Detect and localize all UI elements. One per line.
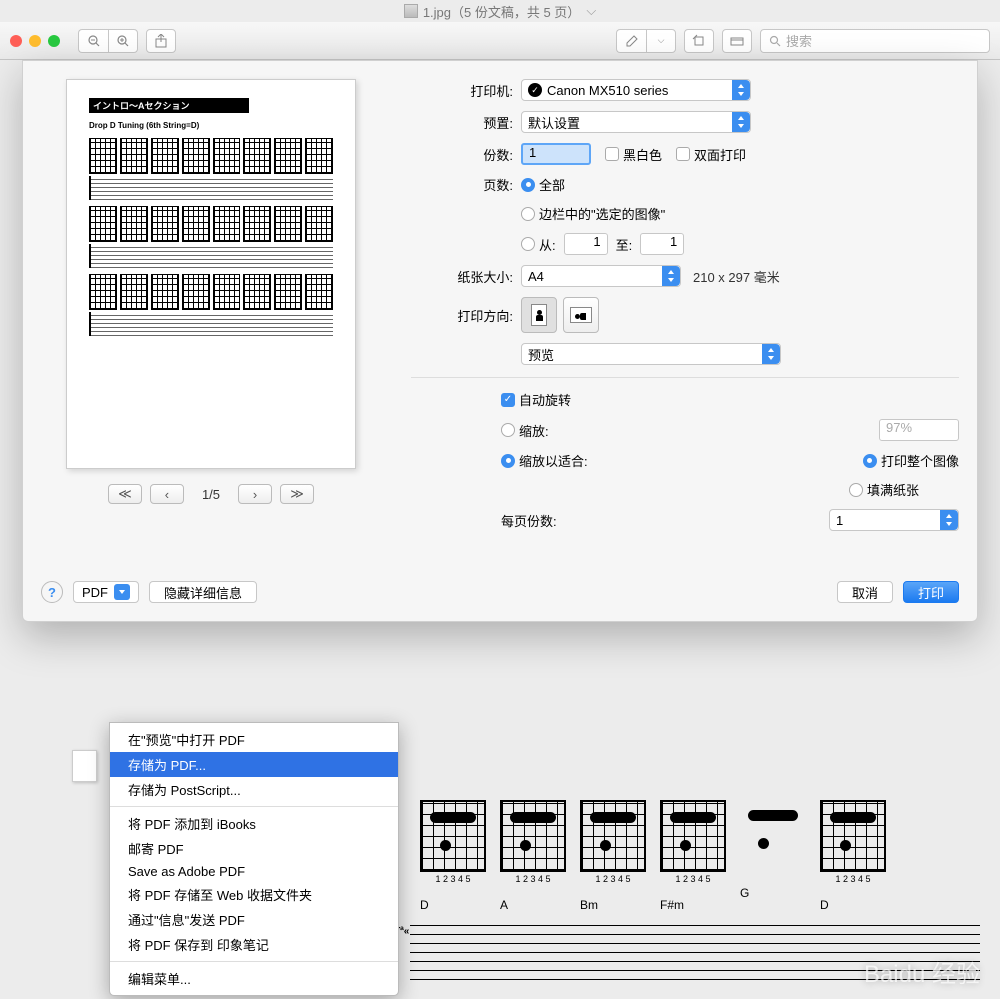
page-indicator: 1/5: [202, 487, 220, 502]
scale-input[interactable]: 97%: [879, 419, 959, 441]
perpage-select[interactable]: 1: [829, 509, 959, 531]
orientation-label: 打印方向:: [411, 306, 521, 325]
section-select[interactable]: 预览: [521, 343, 781, 365]
zoom-window-button[interactable]: [48, 35, 60, 47]
window-titlebar: 1.jpg（5 份文稿，共 5 页） ⌵: [0, 0, 1000, 22]
preset-select[interactable]: 默认设置: [521, 111, 751, 133]
orientation-landscape-button[interactable]: [563, 297, 599, 333]
orientation-portrait-button[interactable]: [521, 297, 557, 333]
perpage-label: 每页份数:: [501, 511, 557, 530]
minimize-window-button[interactable]: [29, 35, 41, 47]
fit-whole-radio[interactable]: [863, 454, 877, 468]
close-window-button[interactable]: [10, 35, 22, 47]
pages-selected-radio[interactable]: [521, 207, 535, 221]
prev-page-button[interactable]: ‹: [150, 484, 184, 504]
zoom-out-button[interactable]: [78, 29, 108, 53]
pages-to-input[interactable]: 1: [640, 233, 684, 255]
help-button[interactable]: ?: [41, 581, 63, 603]
document-icon: [404, 4, 418, 18]
pdf-menu-send-messages[interactable]: 通过"信息"发送 PDF: [110, 907, 398, 932]
pages-label: 页数:: [411, 175, 521, 194]
pdf-dropdown-menu: 在"预览"中打开 PDF 存储为 PDF... 存储为 PostScript..…: [109, 722, 399, 996]
watermark: Baidu 经验: [864, 954, 980, 989]
share-button[interactable]: [146, 29, 176, 53]
pages-range-radio[interactable]: [521, 237, 535, 251]
search-placeholder: 搜索: [786, 31, 812, 50]
copies-input[interactable]: 1: [521, 143, 591, 165]
pdf-dropdown-button[interactable]: PDF: [73, 581, 139, 603]
rotate-button[interactable]: [684, 29, 714, 53]
bw-checkbox[interactable]: [605, 147, 619, 161]
markup-button[interactable]: [722, 29, 752, 53]
fit-fill-radio[interactable]: [849, 483, 863, 497]
pdf-menu-open-preview[interactable]: 在"预览"中打开 PDF: [110, 727, 398, 752]
pdf-menu-save-adobe[interactable]: Save as Adobe PDF: [110, 861, 398, 882]
paper-select[interactable]: A4: [521, 265, 681, 287]
fit-radio[interactable]: [501, 454, 515, 468]
search-icon: [769, 35, 781, 47]
window-title: 1.jpg（5 份文稿，共 5 页）: [423, 2, 581, 21]
annotate-button[interactable]: [616, 29, 646, 53]
chevron-down-icon[interactable]: ⌵: [586, 3, 596, 19]
printer-select[interactable]: ✓ Canon MX510 series: [521, 79, 751, 101]
cancel-button[interactable]: 取消: [837, 581, 893, 603]
last-page-button[interactable]: ≫: [280, 484, 314, 504]
pdf-menu-add-ibooks[interactable]: 将 PDF 添加到 iBooks: [110, 811, 398, 836]
pdf-menu-evernote[interactable]: 将 PDF 保存到 印象笔记: [110, 932, 398, 957]
pdf-menu-save-as-postscript[interactable]: 存储为 PostScript...: [110, 777, 398, 802]
traffic-lights: [10, 35, 60, 47]
print-settings: 打印机: ✓ Canon MX510 series 预置: 默认设置 份数: 1…: [411, 79, 959, 541]
search-field[interactable]: 搜索: [760, 29, 990, 53]
printer-status-icon: ✓: [528, 83, 542, 97]
hide-details-button[interactable]: 隐藏详细信息: [149, 581, 257, 603]
pdf-menu-edit[interactable]: 编辑菜单...: [110, 966, 398, 991]
paper-dimensions: 210 x 297 毫米: [693, 267, 780, 286]
toolbar: ⌵ 搜索: [0, 22, 1000, 60]
print-preview-page: イントロ〜Aセクション Drop D Tuning (6th String=D): [66, 79, 356, 469]
next-page-button[interactable]: ›: [238, 484, 272, 504]
autorotate-checkbox[interactable]: ✓: [501, 393, 515, 407]
zoom-in-button[interactable]: [108, 29, 138, 53]
pages-all-radio[interactable]: [521, 178, 535, 192]
pdf-menu-mail[interactable]: 邮寄 PDF: [110, 836, 398, 861]
pdf-menu-web-receipts[interactable]: 将 PDF 存储至 Web 收据文件夹: [110, 882, 398, 907]
chevron-down-icon: [114, 584, 130, 600]
print-preview-column: イントロ〜Aセクション Drop D Tuning (6th String=D)…: [41, 79, 381, 541]
print-dialog: イントロ〜Aセクション Drop D Tuning (6th String=D)…: [22, 60, 978, 622]
duplex-checkbox[interactable]: [676, 147, 690, 161]
scale-radio[interactable]: [501, 423, 515, 437]
preset-label: 预置:: [411, 113, 521, 132]
copies-label: 份数:: [411, 145, 521, 164]
pages-from-input[interactable]: 1: [564, 233, 608, 255]
pdf-menu-save-as-pdf[interactable]: 存储为 PDF...: [110, 752, 398, 777]
first-page-button[interactable]: ≪: [108, 484, 142, 504]
printer-label: 打印机:: [411, 81, 521, 100]
print-button[interactable]: 打印: [903, 581, 959, 603]
annotate-menu-button[interactable]: ⌵: [646, 29, 676, 53]
paper-label: 纸张大小:: [411, 267, 521, 286]
